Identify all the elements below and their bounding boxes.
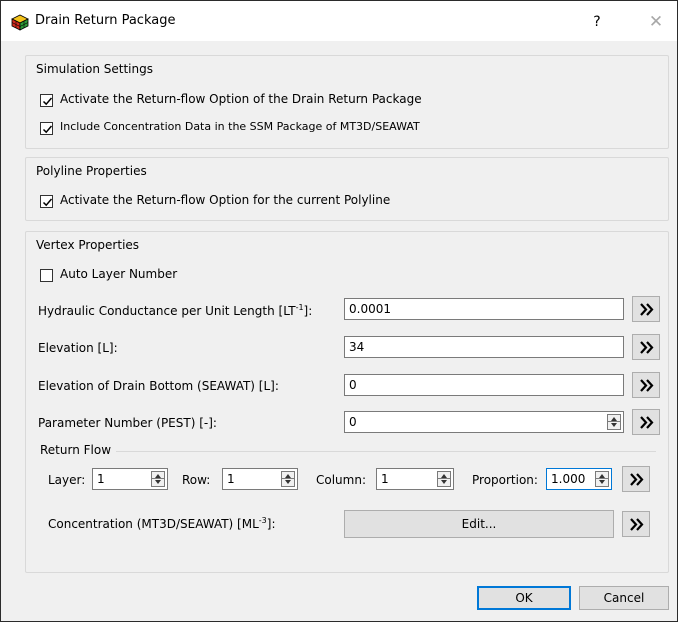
conductance-label: Hydraulic Conductance per Unit Length [L… [38,303,313,318]
drain-bottom-input[interactable]: 0 [344,374,624,396]
row-label: Row: [182,473,211,487]
auto-layer-checkbox[interactable] [40,269,53,282]
checkmark-icon [42,125,53,134]
conductance-input[interactable]: 0.0001 [344,298,624,320]
parameter-number-expand-button[interactable] [632,409,660,435]
proportion-expand-button[interactable] [622,466,650,492]
polyline-properties-title: Polyline Properties [36,164,147,178]
proportion-value: 1.000 [551,472,586,486]
simulation-settings-group: Simulation Settings Activate the Return-… [25,55,669,149]
proportion-label: Proportion: [472,473,538,487]
row-value: 1 [227,472,235,486]
elevation-expand-button[interactable] [632,334,660,360]
elevation-input[interactable]: 34 [344,336,624,358]
row-spinner[interactable] [281,471,295,487]
help-button[interactable]: ? [587,11,607,33]
column-label: Column: [316,473,366,487]
proportion-spinner[interactable] [595,471,609,487]
concentration-expand-button[interactable] [622,511,650,537]
column-value: 1 [381,472,389,486]
layer-value: 1 [97,472,105,486]
concentration-label: Concentration (MT3D/SEAWAT) [ML-3]: [48,516,276,531]
return-flow-divider [116,451,656,452]
drain-return-package-dialog: Drain Return Package ? ✕ Simulation Sett… [0,0,678,622]
vertex-properties-title: Vertex Properties [36,238,140,252]
double-chevron-right-icon [640,379,654,392]
drain-bottom-label: Elevation of Drain Bottom (SEAWAT) [L]: [38,379,279,393]
cancel-button[interactable]: Cancel [579,586,669,610]
layer-label: Layer: [48,473,86,487]
row-spinbox[interactable]: 1 [222,468,298,490]
layer-spinbox[interactable]: 1 [92,468,168,490]
ok-button[interactable]: OK [477,586,571,610]
elevation-label: Elevation [L]: [38,341,118,355]
double-chevron-right-icon [630,518,644,531]
activate-polyline-return-label: Activate the Return-flow Option for the … [60,193,391,207]
double-chevron-right-icon [640,416,654,429]
parameter-number-label: Parameter Number (PEST) [-]: [38,416,217,430]
polyline-properties-group: Polyline Properties Activate the Return-… [25,157,669,221]
column-spinner[interactable] [437,471,451,487]
double-chevron-right-icon [640,341,654,354]
title-bar: Drain Return Package ? ✕ [1,1,677,41]
checkmark-icon [42,97,53,106]
column-spinbox[interactable]: 1 [376,468,454,490]
double-chevron-right-icon [640,303,654,316]
concentration-edit-button[interactable]: Edit... [344,510,614,538]
simulation-settings-title: Simulation Settings [36,62,153,76]
close-button[interactable]: ✕ [645,11,667,33]
double-chevron-right-icon [630,473,644,486]
activate-polyline-return-checkbox[interactable] [40,195,53,208]
checkmark-icon [42,198,53,207]
auto-layer-label: Auto Layer Number [60,267,178,281]
drain-bottom-expand-button[interactable] [632,372,660,398]
activate-drain-return-checkbox[interactable] [40,94,53,107]
layer-spinner[interactable] [151,471,165,487]
include-concentration-checkbox[interactable] [40,122,53,135]
window-title: Drain Return Package [35,13,176,28]
return-flow-title: Return Flow [40,443,112,457]
conductance-expand-button[interactable] [632,296,660,322]
parameter-number-spinbox[interactable]: 0 [344,411,624,433]
activate-drain-return-label: Activate the Return-flow Option of the D… [60,92,422,106]
include-concentration-label: Include Concentration Data in the SSM Pa… [60,120,420,133]
parameter-number-spinner[interactable] [607,414,621,430]
parameter-number-value: 0 [349,415,357,429]
proportion-spinbox[interactable]: 1.000 [546,468,612,490]
app-grid-icon [11,13,29,31]
vertex-properties-group: Vertex Properties Auto Layer Number Hydr… [25,231,669,573]
